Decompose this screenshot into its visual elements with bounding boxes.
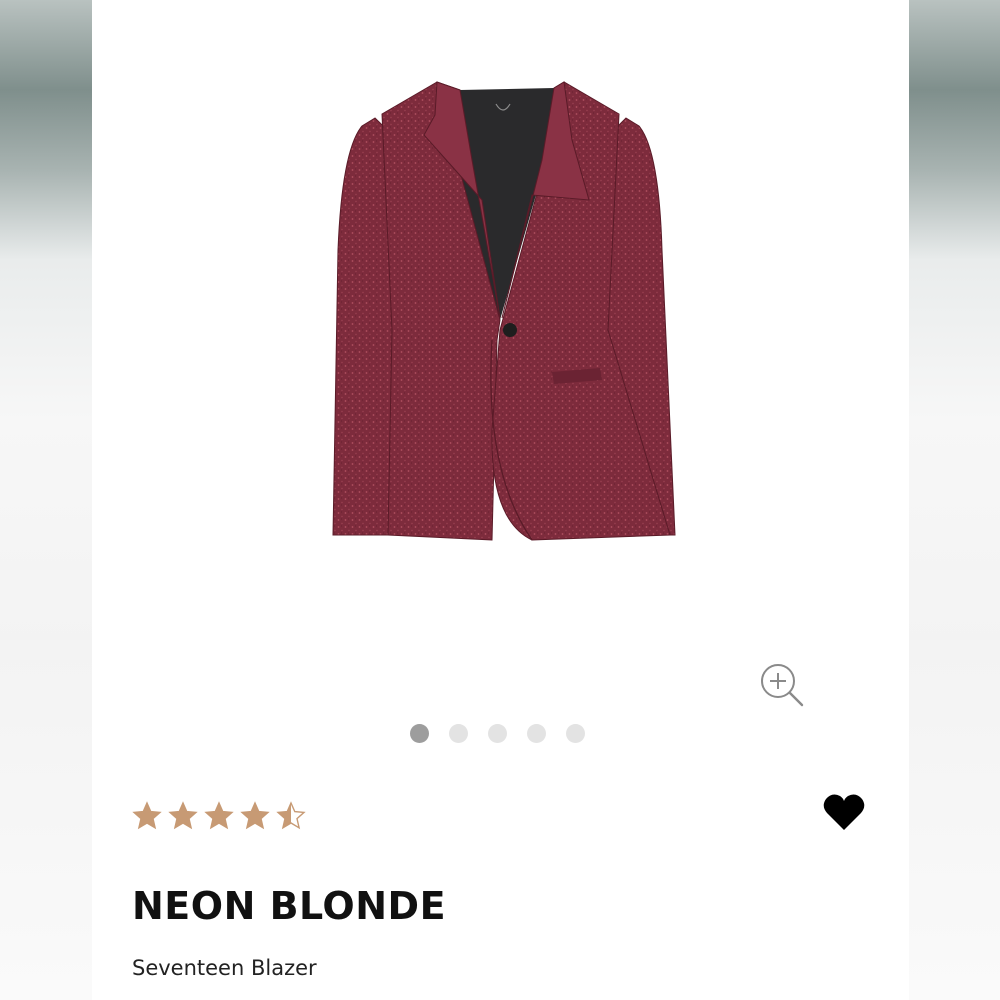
- image-carousel-dots: [410, 722, 585, 744]
- zoom-in-icon[interactable]: [758, 660, 806, 708]
- carousel-dot[interactable]: [449, 723, 468, 743]
- product-image[interactable]: [92, 0, 909, 640]
- star-icon: [240, 801, 270, 830]
- product-card: NEON BLONDE Seventeen Blazer: [92, 0, 909, 1000]
- brand-name: NEON BLONDE: [132, 884, 447, 928]
- star-icon: [168, 801, 198, 830]
- carousel-dot[interactable]: [410, 723, 429, 743]
- blurred-background: NEON BLONDE Seventeen Blazer: [0, 0, 1000, 1000]
- carousel-dot[interactable]: [488, 723, 507, 743]
- heart-icon[interactable]: [822, 792, 866, 832]
- carousel-dot[interactable]: [566, 723, 585, 743]
- product-title: Seventeen Blazer: [132, 956, 317, 980]
- carousel-dot[interactable]: [527, 723, 546, 743]
- star-icon: [132, 801, 162, 830]
- star-rating: [132, 796, 306, 836]
- star-icon: [276, 801, 306, 830]
- star-icon: [204, 801, 234, 830]
